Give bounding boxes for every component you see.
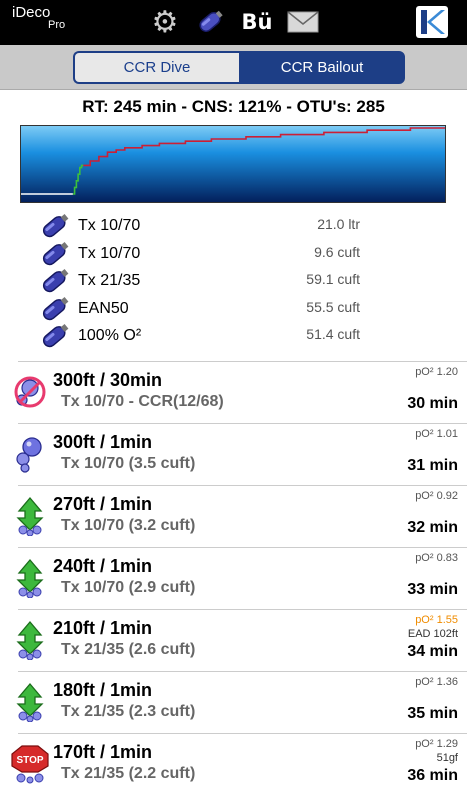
step-po2: pO² 0.83 (415, 552, 458, 564)
step-gas-detail: Tx 10/70 (2.9 cuft) (61, 579, 196, 596)
step-runtime: 30 min (407, 395, 458, 412)
step-po2: pO² 1.20 (415, 366, 458, 378)
step-po2: pO² 0.92 (415, 490, 458, 502)
gas-volume: 51.4 cuft (306, 326, 360, 342)
step-runtime: 36 min (407, 767, 458, 784)
mode-segment-bar: CCR Dive CCR Bailout (0, 45, 467, 90)
cylinder-icon (38, 214, 72, 238)
step-po2: pO² 1.29 (415, 738, 458, 750)
k-logo-icon[interactable] (416, 6, 448, 38)
app-edition: Pro (48, 19, 66, 31)
app-logo: iDeco Pro (12, 4, 65, 31)
tab-ccr-dive[interactable]: CCR Dive (73, 51, 239, 84)
step-gas-detail: Tx 10/70 (3.2 cuft) (61, 517, 196, 534)
mail-icon[interactable] (286, 6, 320, 38)
gas-name: Tx 10/70 (78, 244, 141, 262)
gear-icon[interactable]: ⚙ (148, 6, 182, 39)
cylinder-icon (38, 296, 72, 321)
gas-name: Tx 21/35 (78, 272, 141, 289)
dive-step-row[interactable]: 270ft / 1min Tx 10/70 (3.2 cuft) pO² 0.92 3… (16, 485, 467, 547)
step-po2: pO² 1.01 (415, 428, 458, 440)
dive-step-row[interactable]: 180ft / 1min Tx 21/35 (2.3 cuft) pO² 1.36 3… (16, 671, 467, 733)
gas-name: 100% O² (78, 327, 142, 344)
bu-icon[interactable]: Bü (240, 6, 274, 38)
stop-icon: STOP (10, 744, 50, 784)
step-depth-time: 270ft / 1min (53, 494, 153, 514)
step-runtime: 33 min (407, 581, 458, 598)
gas-row[interactable]: Tx 10/70 9.6 cuft (38, 240, 368, 267)
gas-volume: 9.6 cuft (314, 243, 360, 260)
ascend-icon (10, 682, 50, 723)
gas-name: Tx 10/70 (78, 217, 141, 234)
step-runtime: 31 min (407, 457, 458, 474)
dive-step-row[interactable]: 210ft / 1min Tx 21/35 (2.6 cuft) pO² 1.55 E… (16, 609, 467, 671)
profile-water-background (21, 126, 445, 202)
dive-step-row[interactable]: 300ft / 1min Tx 10/70 (3.5 cuft) pO² 1.01 3… (16, 423, 467, 485)
step-gas-detail: Tx 21/35 (2.3 cuft) (61, 703, 196, 720)
step-extra-info: EAD 102ft (407, 628, 458, 640)
dive-profile-chart[interactable] (20, 125, 446, 203)
top-toolbar: iDeco Pro ⚙ Bü (0, 0, 467, 45)
tab-ccr-bailout[interactable]: CCR Bailout (239, 51, 405, 84)
gas-row[interactable]: Tx 10/70 21.0 ltr (38, 212, 368, 239)
app-name: iDeco (12, 4, 51, 21)
dive-step-row[interactable]: 300ft / 30min Tx 10/70 - CCR(12/68) pO² 1.… (14, 361, 467, 423)
no-descend-icon (10, 372, 50, 412)
dive-step-row[interactable]: 240ft / 1min Tx 10/70 (2.9 cuft) pO² 0.83 3… (16, 547, 467, 609)
cylinder-icon (38, 324, 72, 348)
gas-name: EAN50 (78, 299, 129, 317)
dive-summary: RT: 245 min - CNS: 121% - OTU's: 285 (82, 97, 385, 116)
dive-step-row[interactable]: STOP 170ft / 1min Tx 21/35 (2.2 cuft) pO² 1… (11, 733, 467, 795)
bubbles-icon (10, 434, 50, 474)
step-depth-time: 300ft / 1min (53, 432, 153, 452)
step-depth-time: 170ft / 1min (53, 742, 153, 762)
step-depth-time: 180ft / 1min (53, 680, 153, 700)
step-po2: pO² 1.55 (415, 614, 458, 626)
tank-icon[interactable] (192, 6, 228, 38)
gas-row[interactable]: EAN50 55.5 cuft (38, 295, 368, 322)
step-depth-time: 210ft / 1min (53, 618, 153, 638)
step-runtime: 34 min (407, 643, 458, 660)
stop-sign-text: STOP (16, 755, 43, 766)
gas-volume: 55.5 cuft (306, 298, 360, 315)
ascend-icon (10, 620, 50, 661)
gas-row[interactable]: Tx 21/35 59.1 cuft (38, 267, 368, 294)
gas-volume: 59.1 cuft (306, 271, 360, 287)
gas-volume: 21.0 ltr (317, 216, 360, 232)
step-po2: pO² 1.36 (415, 676, 458, 688)
step-depth-time: 240ft / 1min (53, 556, 153, 576)
ascend-icon (10, 558, 50, 599)
step-gas-detail: Tx 21/35 (2.2 cuft) (61, 765, 196, 782)
gas-row[interactable]: 100% O² 51.4 cuft (38, 322, 368, 349)
step-extra-info: 51gf (436, 752, 458, 764)
step-runtime: 35 min (407, 705, 458, 722)
step-runtime: 32 min (407, 519, 458, 536)
step-gas-detail: Tx 10/70 (3.5 cuft) (61, 455, 196, 472)
step-gas-detail: Tx 21/35 (2.6 cuft) (61, 641, 196, 658)
cylinder-icon (38, 241, 72, 266)
step-gas-detail: Tx 10/70 - CCR(12/68) (61, 393, 224, 410)
step-depth-time: 300ft / 30min (53, 370, 163, 390)
cylinder-icon (38, 269, 72, 293)
ascend-icon (10, 496, 50, 537)
